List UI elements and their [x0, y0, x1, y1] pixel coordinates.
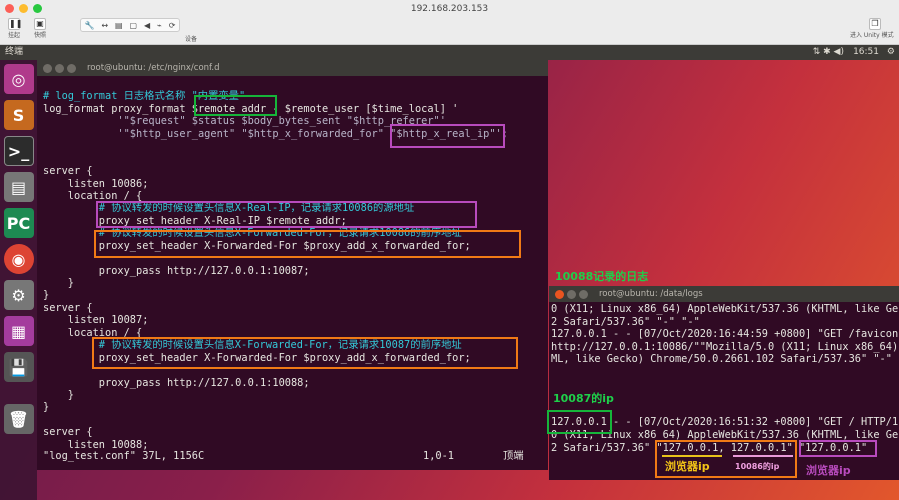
- sublime-icon[interactable]: S: [3, 100, 34, 130]
- unity-button[interactable]: ❐ 进入 Unity 模式: [850, 18, 894, 39]
- snapshot-icon: ▣: [34, 18, 46, 30]
- vm-toolbar: ❚❚ 挂起 ▣ 快照 🔧 ↔ ▤ ▢ ◀ ⌁ ⟳ 设备 ❐ 进入 Unity 模式: [0, 18, 899, 45]
- highlight-forwarded-10086: [94, 230, 521, 258]
- unity-icon: ❐: [869, 18, 881, 30]
- annotation-browser-ip-real: 浏览器ip: [806, 464, 851, 477]
- minimize-icon[interactable]: [19, 4, 28, 13]
- zoom-icon[interactable]: [33, 4, 42, 13]
- annotation-10086-ip: 10086的ip: [735, 462, 780, 471]
- disk-icon[interactable]: ▤: [115, 21, 123, 30]
- terminal-title: root@ubuntu: /data/logs: [599, 289, 703, 299]
- underline-browser-ip: [662, 455, 722, 457]
- log-line: ML, like Gecko) Chrome/50.0.2661.102 Saf…: [551, 353, 892, 366]
- annotation-10087-ip: 10087的ip: [553, 392, 614, 405]
- launcher: ◎ S >_ ▤ PC ◉ ⚙ ▦ 💾 🗑: [0, 60, 37, 500]
- window-titlebar: 192.168.203.153: [0, 0, 899, 18]
- trash-icon[interactable]: 🗑: [3, 404, 34, 434]
- status-position: 1,0-1: [423, 450, 454, 462]
- resize-icon[interactable]: ↔: [101, 21, 108, 30]
- vim-status-line: "log_test.conf" 37L, 1156C 1,0-1 顶端: [43, 450, 543, 462]
- sound-icon[interactable]: ◀: [144, 21, 150, 30]
- log-line: 127.0.0.1 - - [07/Oct/2020:16:44:59 +080…: [551, 328, 899, 341]
- pycharm-icon[interactable]: PC: [3, 208, 34, 238]
- snapshot-label: 快照: [33, 32, 46, 39]
- pause-icon: ❚❚: [8, 18, 23, 30]
- code-line: listen 10086;: [43, 177, 149, 190]
- annotation-browser-ip: 浏览器ip: [665, 460, 710, 473]
- active-app-name: 终端: [5, 47, 24, 57]
- clock[interactable]: 16:51: [853, 45, 879, 60]
- highlight-real-ip-header: [96, 201, 477, 228]
- usb-icon[interactable]: ⌁: [157, 21, 162, 30]
- suspend-label: 挂起: [7, 32, 20, 39]
- lock-icon[interactable]: ▢: [129, 21, 137, 30]
- terminal-titlebar: root@ubuntu: /etc/nginx/conf.d: [37, 60, 548, 76]
- code-line: }: [43, 289, 50, 302]
- refresh-icon[interactable]: ⟳: [169, 21, 176, 30]
- log-line: 2 Safari/537.36" "-" "-": [551, 315, 700, 328]
- power-icon[interactable]: ⚙: [887, 45, 895, 60]
- window-title: 192.168.203.153: [410, 4, 489, 14]
- code-line: server {: [43, 165, 93, 178]
- code-line: }: [43, 401, 50, 414]
- devices-label: 设备: [185, 36, 198, 43]
- terminal-title: root@ubuntu: /etc/nginx/conf.d: [87, 63, 220, 73]
- network-icon[interactable]: ⇅ ✱ ◀): [813, 45, 844, 60]
- suspend-button[interactable]: ❚❚ 挂起: [7, 18, 23, 39]
- code-line: }: [43, 388, 74, 401]
- close-icon[interactable]: [555, 290, 564, 299]
- terminal-icon[interactable]: >_: [3, 136, 34, 166]
- settings-icon[interactable]: ⚙: [3, 280, 34, 310]
- devices-bar[interactable]: 🔧 ↔ ▤ ▢ ◀ ⌁ ⟳: [80, 18, 180, 32]
- log-line: http://127.0.0.1:10086/""Mozilla/5.0 (X1…: [551, 340, 899, 353]
- unity-label: 进入 Unity 模式: [850, 32, 894, 39]
- snapshot-button[interactable]: ▣ 快照: [33, 18, 47, 39]
- wrench-icon[interactable]: 🔧: [84, 21, 94, 30]
- chrome-icon[interactable]: ◉: [3, 244, 34, 274]
- status-scroll: 顶端: [503, 450, 524, 462]
- highlight-real-ip: [799, 440, 877, 457]
- maximize-icon[interactable]: [579, 290, 588, 299]
- maximize-icon[interactable]: [67, 64, 76, 73]
- terminal-titlebar: root@ubuntu: /data/logs: [549, 286, 899, 302]
- highlight-10087-ip: [547, 410, 612, 434]
- close-icon[interactable]: [5, 4, 14, 13]
- highlight-remote-addr: [194, 95, 277, 116]
- code-line: server {: [43, 301, 93, 314]
- minimize-icon[interactable]: [55, 64, 64, 73]
- highlight-real-ip-var: [390, 124, 505, 148]
- terminal-window-conf[interactable]: root@ubuntu: /etc/nginx/conf.d # log_for…: [37, 60, 548, 470]
- log-line: 0 (X11; Linux x86_64) AppleWebKit/537.36…: [551, 303, 899, 315]
- window-controls[interactable]: [5, 4, 42, 13]
- disk-icon[interactable]: 💾: [3, 352, 34, 382]
- status-file: "log_test.conf" 37L, 1156C: [43, 450, 205, 462]
- highlight-forwarded-10087: [92, 337, 518, 369]
- ubuntu-logo-icon[interactable]: ◎: [3, 64, 34, 94]
- annotation-10088-log: 10088记录的日志: [555, 270, 649, 283]
- code-line: proxy_pass http://127.0.0.1:10087;: [43, 264, 310, 277]
- close-icon[interactable]: [43, 64, 52, 73]
- ubuntu-top-panel: 终端 ⇅ ✱ ◀) 16:51 ⚙: [0, 45, 899, 60]
- code-line: listen 10087;: [43, 314, 149, 327]
- minimize-icon[interactable]: [567, 290, 576, 299]
- workspace-icon[interactable]: ▦: [3, 316, 34, 346]
- files-icon[interactable]: ▤: [3, 172, 34, 202]
- underline-10086-ip: [733, 455, 793, 457]
- code-line: proxy_pass http://127.0.0.1:10088;: [43, 376, 310, 389]
- code-line: server {: [43, 426, 93, 439]
- code-line: }: [43, 277, 74, 289]
